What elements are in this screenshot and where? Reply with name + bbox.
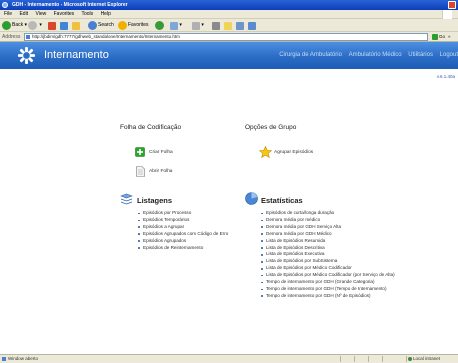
list-item[interactable]: Tempo de internamento por GDH (Grande Ca… [260,279,395,286]
favorites-star-icon [118,21,127,30]
search-icon [88,21,97,30]
history-button[interactable]: ▾ [170,21,182,30]
nav-ambulatorio-medico[interactable]: Ambulatório Médico [349,52,402,58]
list-item[interactable]: Lista de Episódios Descritiva [260,245,395,252]
discuss-icon [236,21,244,30]
media-icon [155,21,164,30]
list-item[interactable]: Lista de Episódios Executiva [260,251,395,258]
list-item[interactable]: Tempo de internamento por GDH (Nº de Epi… [260,293,395,300]
list-item[interactable]: Lista de Episódios Resumida [260,238,395,245]
address-bar: Address http://jbdim/gdh:7777/gdhweb_sta… [0,32,458,42]
create-sheet-icon [135,147,145,157]
app-logo-icon [17,46,36,65]
refresh-button[interactable] [60,21,68,30]
nav-utilitarios[interactable]: Utilitários [408,52,433,58]
list-item[interactable]: Tempo de internamento por GDH (Tempo de … [260,286,395,293]
nav-logout[interactable]: Logout [440,52,458,58]
window-titlebar: GDH - Internamento - Microsoft Internet … [0,0,458,10]
home-icon [72,21,80,30]
version-label: v.6.1.40a [436,74,455,79]
forward-arrow-icon [28,21,37,30]
print-icon [212,21,220,30]
group-star-icon [259,146,272,158]
go-button[interactable]: Go [432,33,446,41]
home-button[interactable] [72,21,80,30]
status-page-icon [2,357,6,361]
list-item[interactable]: Episódios Agrupados com Código de Erro [137,231,228,238]
intranet-globe-icon [408,357,412,361]
messenger-button[interactable] [248,21,256,30]
menu-favorites[interactable]: Favorites [54,11,75,17]
group-episodes-link[interactable]: Agrupar Episódios [274,150,313,156]
open-sheet-icon [136,166,145,177]
create-sheet-link[interactable]: Criar Folha [149,150,173,156]
stop-icon [48,21,56,30]
mail-button[interactable]: ▾ [192,21,204,30]
stop-button[interactable] [48,21,56,30]
top-nav: Cirurgia de Ambulatório Ambulatório Médi… [274,51,458,60]
refresh-icon [60,21,68,30]
menu-file[interactable]: File [4,11,12,17]
window-title: GDH - Internamento - Microsoft Internet … [12,2,128,8]
media-button[interactable] [155,21,165,30]
internet-explorer-icon [2,2,8,8]
grupo-section-title: Opções de Grupo [245,124,297,131]
list-item[interactable]: Episódios a Agrupar [137,224,228,231]
list-item[interactable]: Episódios de curta/longa duração [260,210,395,217]
forward-button[interactable]: ▾ [28,21,42,30]
status-panes [340,356,404,362]
status-bar: Window aberto Local intranet [0,354,458,363]
listings-section-title: Listagens [137,196,173,205]
listings-list: Episódios por Processo Episódios Temporá… [137,210,228,251]
list-item[interactable]: Lista de Episódios por Médico Codificado… [260,265,395,272]
links-chevron[interactable]: » [448,34,451,40]
folder-icon [224,21,232,30]
search-button[interactable]: Search [88,21,114,30]
url-text: http://jbdim/gdh:7777/gdhweb_standalone/… [32,34,180,39]
browser-toolbar: Back ▾ ▾ Search Favorites ▾ ▾ [0,19,458,32]
url-input[interactable]: http://jbdim/gdh:7777/gdhweb_standalone/… [24,33,428,41]
page-icon [26,35,30,39]
list-item[interactable]: Lista de Episódios por SubSistema [260,258,395,265]
folder-button[interactable] [224,21,232,30]
window-close-button[interactable] [448,1,456,9]
discuss-button[interactable] [236,21,244,30]
list-item[interactable]: Demora média por GDH Médico [260,231,395,238]
favorites-button[interactable]: Favorites [118,21,149,30]
back-arrow-icon [2,21,11,30]
statistics-icon [245,192,258,205]
edit-button[interactable] [212,21,220,30]
list-item[interactable]: Episódios Temporários [137,217,228,224]
app-title: Internamento [44,49,109,61]
statistics-list: Episódios de curta/longa duração Demora … [260,210,395,300]
list-item[interactable]: Demora média por GDH Serviço Alta [260,224,395,231]
history-icon [170,21,178,30]
mail-icon [192,21,200,30]
address-label: Address [2,34,21,40]
status-text: Window aberto [8,356,39,361]
security-zone: Local intranet [406,356,456,362]
menu-edit[interactable]: Edit [19,11,28,17]
list-item[interactable]: Lista de Episódios por Médico Codificado… [260,272,395,279]
menu-tools[interactable]: Tools [81,11,93,17]
browser-menubar: File Edit View Favorites Tools Help [0,10,458,19]
messenger-icon [248,21,256,30]
list-item[interactable]: Episódios de Reinternamento [137,245,228,252]
windows-logo-icon [442,10,452,19]
list-item[interactable]: Demora média por médico [260,217,395,224]
menu-help[interactable]: Help [101,11,111,17]
list-item[interactable]: Episódios por Processo [137,210,228,217]
folha-section-title: Folha de Codificação [120,124,182,131]
nav-cirurgia-ambulatorio[interactable]: Cirurgia de Ambulatório [279,52,342,58]
statistics-section-title: Estatísticas [261,196,303,205]
menu-view[interactable]: View [35,11,46,17]
listings-icon [120,193,133,205]
app-header: Internamento Cirurgia de Ambulatório Amb… [0,42,458,69]
back-button[interactable]: Back ▾ [2,21,27,30]
list-item[interactable]: Episódios Agrupados [137,238,228,245]
go-arrow-icon [432,33,438,40]
open-sheet-link[interactable]: Abrir Folha [149,169,172,175]
